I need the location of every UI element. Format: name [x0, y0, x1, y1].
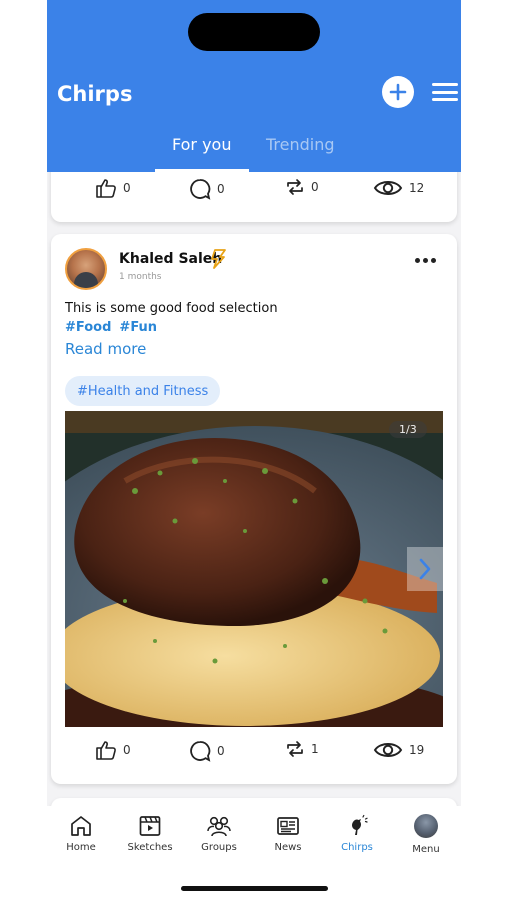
nav-label: Menu	[412, 844, 440, 855]
post-actions: 0 0 1 19	[51, 740, 457, 770]
hamburger-menu-button[interactable]	[431, 80, 459, 104]
view-count: 19	[409, 743, 425, 757]
post-card: Khaled Saleh 1 months This is some good …	[51, 234, 457, 784]
like-count: 0	[123, 181, 131, 195]
comment-button[interactable]: 0	[189, 740, 225, 762]
hamburger-menu-icon	[432, 83, 458, 86]
like-button[interactable]: 0	[95, 740, 131, 760]
view-count: 12	[409, 181, 425, 195]
repost-count: 0	[311, 180, 319, 194]
nav-label: Sketches	[127, 842, 173, 853]
nav-menu[interactable]: Menu	[394, 814, 458, 855]
post-actions: 0 0 0 12	[51, 178, 457, 208]
lightning-badge-icon	[211, 249, 226, 269]
repost-count: 1	[311, 742, 319, 756]
thumbs-up-icon	[96, 741, 116, 760]
dynamic-island	[188, 13, 320, 51]
more-dots-icon	[415, 258, 420, 263]
post-options-button[interactable]	[415, 258, 436, 263]
nav-chirps[interactable]: Chirps	[325, 814, 389, 853]
active-tab-indicator	[155, 169, 249, 172]
phone-screen: Chirps For you Trending 0 0 0 12 Khaled …	[47, 0, 461, 900]
post-text: This is some good food selection	[65, 301, 278, 316]
bird-icon	[352, 814, 368, 835]
nav-label: Home	[66, 842, 96, 853]
post-hashtags: #Food #Fun	[65, 320, 157, 335]
clapperboard-icon	[139, 816, 161, 836]
next-image-button[interactable]	[407, 547, 443, 591]
nav-label: News	[274, 842, 302, 853]
nav-label: Groups	[201, 842, 237, 853]
comment-button[interactable]: 0	[189, 178, 225, 200]
repost-button[interactable]: 1	[285, 740, 319, 758]
avatar[interactable]	[65, 248, 107, 290]
plus-icon	[389, 83, 407, 101]
repost-icon	[287, 179, 303, 195]
thumbs-up-icon	[96, 179, 116, 198]
eye-icon	[373, 181, 403, 195]
nav-news[interactable]: News	[256, 814, 320, 853]
tab-trending[interactable]: Trending	[266, 135, 335, 154]
page-title: Chirps	[57, 82, 133, 106]
repost-button[interactable]: 0	[285, 178, 319, 196]
nav-home[interactable]: Home	[49, 814, 113, 853]
users-icon	[207, 816, 231, 837]
post-image-carousel[interactable]: 1/3	[65, 411, 443, 727]
comment-count: 0	[217, 744, 225, 758]
avatar	[414, 814, 438, 838]
comment-count: 0	[217, 182, 225, 196]
repost-icon	[287, 741, 303, 757]
food-photo	[65, 411, 443, 727]
comment-icon	[190, 741, 211, 762]
nav-sketches[interactable]: Sketches	[118, 814, 182, 853]
home-indicator	[181, 886, 328, 891]
create-post-button[interactable]	[382, 76, 414, 108]
home-icon	[71, 816, 91, 836]
hashtag-link[interactable]: #Fun	[119, 320, 157, 335]
topic-chip[interactable]: #Health and Fitness	[65, 376, 221, 406]
bottom-navigation: Home Sketches Groups News Chirps Menu	[47, 806, 461, 900]
read-more-link[interactable]: Read more	[65, 340, 146, 358]
newspaper-icon	[277, 817, 299, 835]
nav-groups[interactable]: Groups	[187, 814, 251, 853]
image-counter: 1/3	[389, 421, 427, 438]
comment-icon	[190, 179, 211, 200]
like-count: 0	[123, 743, 131, 757]
hashtag-link[interactable]: #Food	[65, 320, 111, 335]
views-indicator: 19	[373, 740, 424, 760]
app-header: Chirps For you Trending	[47, 0, 461, 172]
chevron-right-icon	[419, 558, 431, 580]
tab-for-you[interactable]: For you	[172, 135, 231, 154]
views-indicator: 12	[373, 178, 424, 198]
eye-icon	[373, 743, 403, 757]
post-time: 1 months	[119, 272, 162, 282]
like-button[interactable]: 0	[95, 178, 131, 198]
nav-label: Chirps	[341, 842, 373, 853]
